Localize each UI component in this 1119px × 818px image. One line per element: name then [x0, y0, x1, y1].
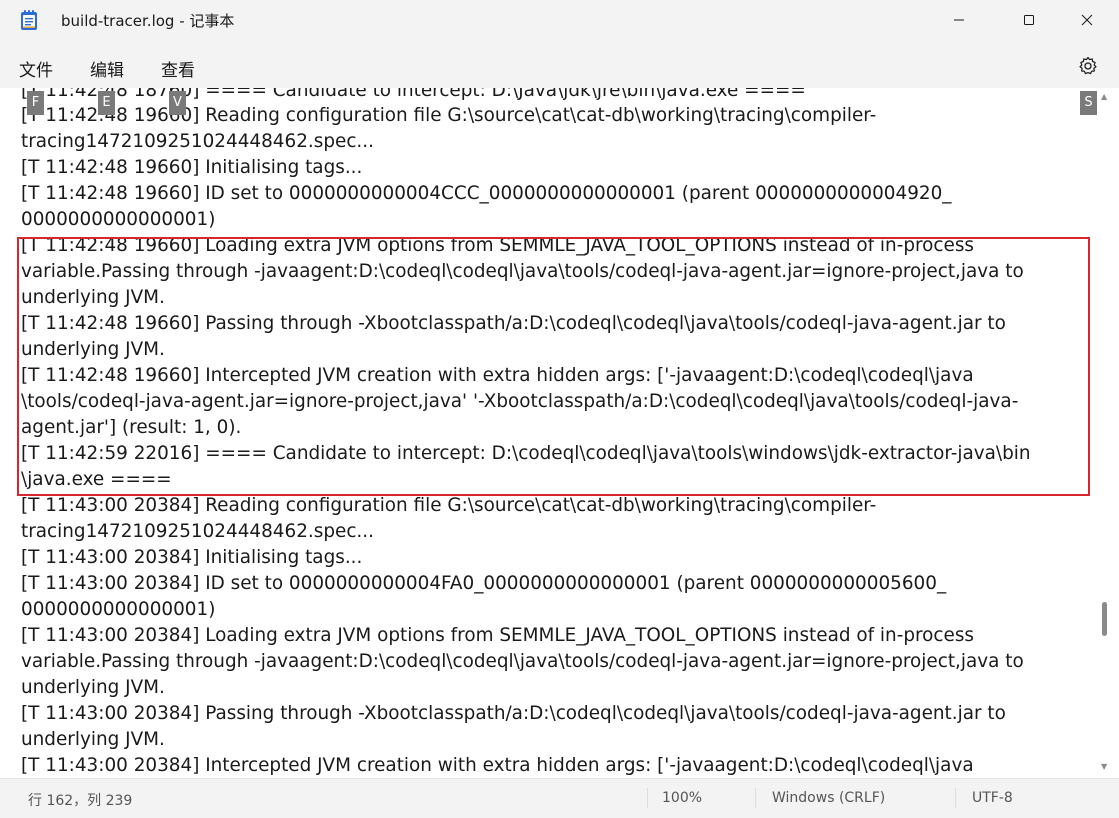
text-line: [T 11:42:48 19660] Reading configuration…	[21, 105, 877, 126]
line-ending[interactable]: Windows (CRLF)	[772, 790, 885, 806]
text-line: [T 11:43:00 20384] Passing through -Xboo…	[21, 703, 1006, 724]
zoom-level[interactable]: 100%	[662, 790, 702, 806]
text-line: [T 11:43:00 20384] Reading configuration…	[21, 495, 877, 516]
text-line: [T 11:43:00 20384] Initialising tags...	[21, 547, 363, 568]
menu-view[interactable]: 查看	[161, 56, 195, 81]
text-line: [T 11:42:48 19660] Passing through -Xboo…	[21, 313, 1006, 334]
status-divider	[647, 788, 648, 808]
status-bar: 行 162，列 239 100% Windows (CRLF) UTF-8	[0, 778, 1119, 818]
text-line: \tools/codeql-java-agent.jar=ignore-proj…	[21, 391, 1019, 412]
text-line: [T 11:43:00 20384] ID set to 00000000000…	[21, 573, 947, 594]
keytip-edit: E	[98, 91, 115, 115]
status-divider	[955, 788, 956, 808]
text-line: [T 11:43:00 20384] Intercepted JVM creat…	[21, 755, 974, 776]
text-line: underlying JVM.	[21, 729, 165, 750]
title-bar: build-tracer.log - 记事本	[0, 0, 1119, 40]
text-line: [T 11:43:00 20384] Loading extra JVM opt…	[21, 625, 975, 646]
close-icon	[1081, 14, 1093, 26]
text-line: [T 11:42:48 18760] ==== Candidate to int…	[21, 88, 806, 101]
text-line: [T 11:42:48 19660] Loading extra JVM opt…	[21, 235, 975, 256]
text-line: underlying JVM.	[21, 677, 165, 698]
keytip-settings: S	[1080, 91, 1097, 115]
encoding[interactable]: UTF-8	[972, 790, 1013, 806]
text-line: [T 11:42:48 19660] Intercepted JVM creat…	[21, 365, 974, 386]
text-line: tracing14721092510244484​62.spec...	[21, 131, 374, 152]
text-line: 0000000000000001)	[21, 599, 216, 620]
scroll-up-icon[interactable]: ▲	[1101, 92, 1107, 101]
scroll-down-icon[interactable]: ▼	[1101, 762, 1107, 771]
minimize-icon	[954, 19, 964, 21]
text-line: [T 11:42:59 22016] ==== Candidate to int…	[21, 443, 1031, 464]
text-line: \java.exe ====	[21, 469, 172, 490]
text-line: variable.Passing through -javaagent:D:\c…	[21, 651, 1024, 672]
gear-icon[interactable]	[1077, 55, 1099, 77]
text-line: agent.jar'] (result: 1, 0).	[21, 417, 242, 438]
vertical-scrollbar[interactable]	[1097, 88, 1119, 778]
window-title: build-tracer.log - 记事本	[61, 12, 235, 30]
keytip-view: V	[169, 91, 186, 115]
cursor-position: 行 162，列 239	[28, 793, 133, 809]
text-line: [T 11:42:48 19660] ID set to 00000000000…	[21, 183, 952, 204]
keytip-file: F	[27, 91, 44, 115]
menu-bar: 文件 编辑 查看	[0, 40, 1119, 88]
notepad-icon	[21, 10, 37, 30]
text-editor[interactable]: [T 11:42:48 18760] ==== Candidate to int…	[0, 88, 1119, 778]
text-line: underlying JVM.	[21, 339, 165, 360]
menu-file[interactable]: 文件	[19, 56, 53, 81]
text-line: underlying JVM.	[21, 287, 165, 308]
text-line: variable.Passing through -javaagent:D:\c…	[21, 261, 1024, 282]
scrollbar-thumb[interactable]	[1102, 602, 1107, 636]
text-line: tracing1472109251024448462.spec...	[21, 521, 374, 542]
status-divider	[755, 788, 756, 808]
close-button[interactable]	[1064, 0, 1110, 40]
menu-edit[interactable]: 编辑	[90, 56, 124, 81]
text-line: [T 11:42:48 19660] Initialising tags...	[21, 157, 363, 178]
maximize-button[interactable]	[1006, 0, 1052, 40]
maximize-icon	[1024, 15, 1034, 25]
minimize-button[interactable]	[936, 0, 982, 40]
text-line: 0000000000000001)	[21, 209, 216, 230]
